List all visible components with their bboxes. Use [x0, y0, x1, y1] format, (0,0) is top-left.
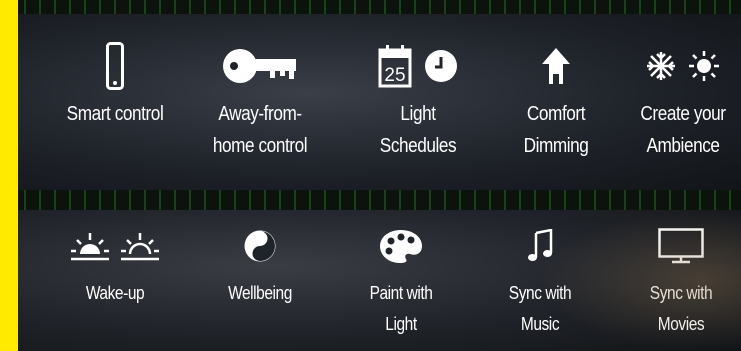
smartphone-icon: [106, 42, 124, 90]
calendar-day: 25: [384, 65, 405, 86]
sun-icon: [688, 50, 720, 82]
feature-label: Wellbeing: [228, 283, 292, 303]
feature-light-schedules[interactable]: 25 Light Schedules: [348, 34, 488, 162]
tv-icon: [658, 228, 704, 264]
features-panel-bottom: Wake-up Wellbeing Paint with Light Sync …: [18, 210, 741, 351]
snowflake-icon: [646, 51, 676, 81]
features-panel-top: Smart control Away-from- home control 25…: [18, 14, 741, 190]
feature-label: Paint with Light: [369, 283, 433, 334]
sunrise-icon: [71, 230, 109, 262]
feature-sync-music[interactable]: Sync with Music: [470, 214, 610, 340]
feature-label: Smart control: [66, 103, 164, 125]
feature-label: Sync with Movies: [649, 283, 713, 334]
feature-label: Sync with Music: [508, 283, 572, 334]
music-note-icon: [527, 229, 553, 263]
feature-label: Create your Ambience: [640, 103, 726, 157]
sunrise-outline-icon: [121, 230, 159, 262]
feature-comfort-dimming[interactable]: Comfort Dimming: [486, 34, 626, 162]
yellow-edge-bar: [0, 0, 18, 351]
feature-smart-control[interactable]: Smart control: [45, 34, 185, 130]
feature-away-from-home[interactable]: Away-from- home control: [190, 34, 330, 162]
feature-wellbeing[interactable]: Wellbeing: [190, 214, 330, 309]
feature-create-ambience[interactable]: Create your Ambience: [613, 34, 741, 162]
feature-label: Light Schedules: [379, 103, 457, 157]
palette-icon: [379, 228, 423, 264]
feature-wake-up[interactable]: Wake-up: [45, 214, 185, 309]
feature-label: Away-from- home control: [212, 103, 308, 157]
feature-label: Wake-up: [85, 283, 145, 303]
house-icon: [541, 46, 571, 86]
feature-paint-with-light[interactable]: Paint with Light: [331, 214, 471, 340]
feature-label: Comfort Dimming: [523, 103, 589, 157]
feature-sync-movies[interactable]: Sync with Movies: [611, 214, 741, 340]
calendar-icon: 25: [378, 44, 412, 88]
key-icon: [222, 46, 298, 86]
clock-icon: [424, 49, 458, 83]
yin-yang-icon: [243, 229, 277, 263]
